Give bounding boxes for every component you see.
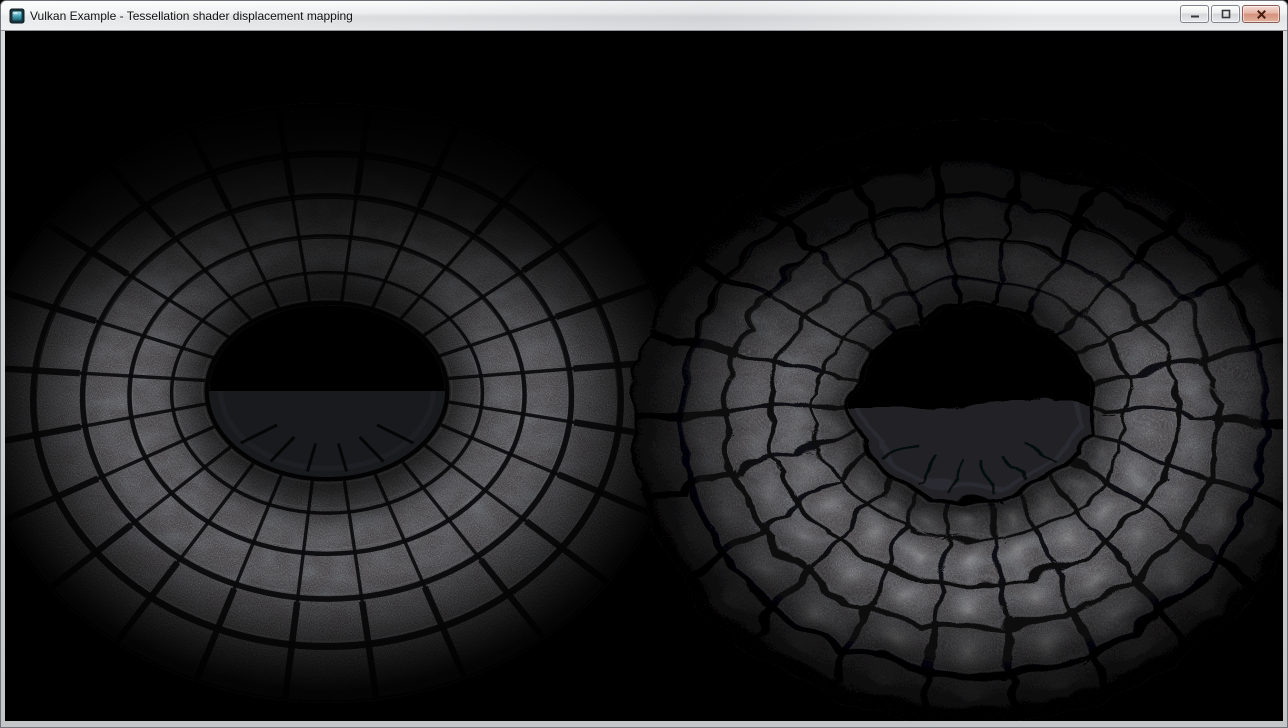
titlebar[interactable]: Vulkan Example - Tessellation shader dis… <box>1 1 1287 31</box>
rendered-scene <box>5 31 1283 721</box>
maximize-icon <box>1221 9 1231 19</box>
close-button[interactable] <box>1242 5 1280 23</box>
window-controls <box>1180 5 1280 23</box>
close-icon <box>1256 9 1267 20</box>
minimize-icon <box>1190 9 1200 19</box>
app-window: Vulkan Example - Tessellation shader dis… <box>0 0 1288 728</box>
minimize-button[interactable] <box>1180 5 1209 23</box>
maximize-button[interactable] <box>1211 5 1240 23</box>
app-icon[interactable] <box>9 8 25 24</box>
window-title: Vulkan Example - Tessellation shader dis… <box>30 9 353 23</box>
render-viewport[interactable] <box>5 31 1283 721</box>
